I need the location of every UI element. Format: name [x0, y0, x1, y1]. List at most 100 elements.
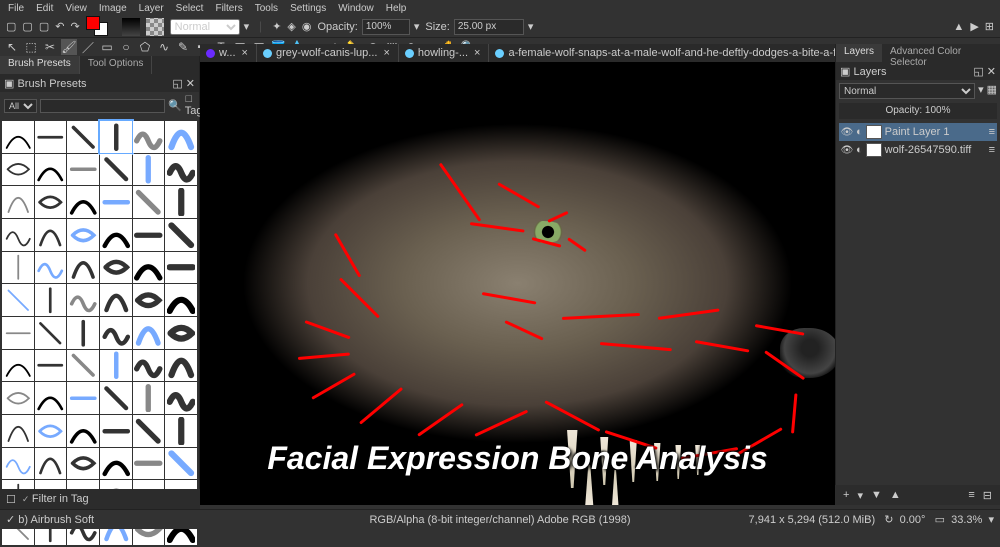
- zoom-dropdown-icon[interactable]: ▾: [988, 514, 994, 526]
- view-mode-icon[interactable]: ☐: [6, 493, 16, 506]
- chevron-down-icon[interactable]: ▾: [414, 20, 420, 33]
- pattern-swatch[interactable]: [146, 18, 164, 36]
- brush-preset[interactable]: [165, 350, 197, 382]
- close-icon[interactable]: ×: [240, 47, 250, 59]
- menu-edit[interactable]: Edit: [36, 3, 53, 14]
- brush-preset[interactable]: [100, 415, 132, 447]
- brush-preset[interactable]: [35, 219, 67, 251]
- brush-preset[interactable]: [67, 284, 99, 316]
- brush-preset[interactable]: [100, 186, 132, 218]
- chevron-down-icon[interactable]: ▾: [978, 83, 984, 99]
- brush-preset[interactable]: [67, 252, 99, 284]
- layer-alpha-icon[interactable]: ◐: [856, 126, 863, 138]
- preset-category-select[interactable]: All: [4, 99, 37, 113]
- tab-advanced-color[interactable]: Advanced Color Selector: [882, 44, 1000, 62]
- close-icon[interactable]: ✕: [987, 66, 996, 78]
- brush-preset[interactable]: [2, 121, 34, 153]
- size-input[interactable]: [454, 19, 524, 35]
- menu-file[interactable]: File: [8, 3, 24, 14]
- brush-preset[interactable]: [35, 284, 67, 316]
- layer-opacity-slider[interactable]: Opacity: 100%: [839, 103, 997, 119]
- menu-window[interactable]: Window: [338, 3, 374, 14]
- ellipse-tool-icon[interactable]: ○: [118, 39, 134, 55]
- brush-preset[interactable]: [35, 317, 67, 349]
- move-up-icon[interactable]: ▲: [890, 489, 901, 501]
- dup-layer-icon[interactable]: ▾: [857, 489, 863, 502]
- layer-row[interactable]: 👁◐Paint Layer 1≡: [839, 123, 997, 141]
- redo-icon[interactable]: ↷: [70, 20, 79, 33]
- brush-preset[interactable]: [165, 284, 197, 316]
- undo-icon[interactable]: ↶: [55, 20, 64, 33]
- tab-layers[interactable]: Layers: [836, 44, 882, 62]
- move-tool-icon[interactable]: ↖: [4, 39, 20, 55]
- brush-preset[interactable]: [165, 317, 197, 349]
- chevron-down-icon[interactable]: ▾: [528, 20, 534, 33]
- transform-tool-icon[interactable]: ⬚: [23, 39, 39, 55]
- crop-tool-icon[interactable]: ✂: [42, 39, 58, 55]
- preset-search-input[interactable]: [40, 99, 165, 113]
- zoom-icon[interactable]: ▭: [935, 514, 945, 526]
- brush-preset[interactable]: [67, 317, 99, 349]
- tab-tool-options[interactable]: Tool Options: [80, 56, 153, 74]
- brush-preset[interactable]: [133, 121, 165, 153]
- save-icon[interactable]: ▢: [39, 20, 49, 33]
- brush-preset[interactable]: [2, 154, 34, 186]
- brush-preset[interactable]: [35, 350, 67, 382]
- visibility-icon[interactable]: 👁: [841, 126, 853, 138]
- menu-help[interactable]: Help: [386, 3, 407, 14]
- menu-view[interactable]: View: [65, 3, 87, 14]
- brush-preset[interactable]: [165, 252, 197, 284]
- brush-preset[interactable]: [100, 219, 132, 251]
- brush-preset[interactable]: [67, 415, 99, 447]
- delete-layer-icon[interactable]: ⊟: [983, 489, 992, 502]
- brush-preset[interactable]: [2, 186, 34, 218]
- brush-preset[interactable]: [100, 154, 132, 186]
- open-icon[interactable]: ▢: [22, 20, 32, 33]
- tool-icon[interactable]: ◉: [302, 20, 312, 33]
- close-icon[interactable]: ✕: [186, 78, 195, 90]
- layer-menu-icon[interactable]: ≡: [989, 126, 995, 138]
- layer-props-icon[interactable]: ≡: [968, 489, 974, 501]
- menu-settings[interactable]: Settings: [290, 3, 326, 14]
- brush-tool-icon[interactable]: 🖌: [61, 39, 77, 55]
- brush-preset[interactable]: [67, 219, 99, 251]
- rotate-icon[interactable]: ↻: [884, 514, 893, 526]
- wrap-icon[interactable]: ⊞: [985, 20, 994, 33]
- add-layer-icon[interactable]: +: [843, 489, 849, 501]
- menu-image[interactable]: Image: [99, 3, 127, 14]
- menu-tools[interactable]: Tools: [255, 3, 278, 14]
- visibility-icon[interactable]: 👁: [841, 144, 853, 156]
- search-icon[interactable]: 🔍: [168, 99, 182, 112]
- brush-preset[interactable]: [133, 317, 165, 349]
- brush-preset[interactable]: [100, 121, 132, 153]
- brush-preset[interactable]: [165, 415, 197, 447]
- brush-preset[interactable]: [67, 382, 99, 414]
- tool-icon[interactable]: ✦: [272, 20, 281, 33]
- brush-preset[interactable]: [35, 186, 67, 218]
- document-tab[interactable]: howling-...×: [399, 44, 490, 62]
- brush-preset[interactable]: [100, 284, 132, 316]
- brush-preset[interactable]: [165, 154, 197, 186]
- tool-icon[interactable]: ◈: [287, 20, 295, 33]
- brush-preset[interactable]: [165, 382, 197, 414]
- chevron-down-icon[interactable]: ▾: [244, 20, 250, 33]
- layer-alpha-icon[interactable]: ◐: [856, 144, 863, 156]
- brush-preset[interactable]: [67, 448, 99, 480]
- brush-preset[interactable]: [2, 415, 34, 447]
- bezier-tool-icon[interactable]: ∿: [156, 39, 172, 55]
- brush-preset[interactable]: [165, 121, 197, 153]
- brush-preset[interactable]: [133, 415, 165, 447]
- brush-preset[interactable]: [100, 350, 132, 382]
- move-down-icon[interactable]: ▼: [871, 489, 882, 501]
- status-zoom[interactable]: 33.3%: [951, 514, 982, 526]
- brush-preset[interactable]: [2, 219, 34, 251]
- brush-preset[interactable]: [2, 350, 34, 382]
- menu-filters[interactable]: Filters: [215, 3, 242, 14]
- brush-preset[interactable]: [100, 448, 132, 480]
- line-tool-icon[interactable]: ／: [80, 39, 96, 55]
- brush-preset[interactable]: [2, 284, 34, 316]
- freehand-tool-icon[interactable]: ✎: [175, 39, 191, 55]
- brush-preset[interactable]: [100, 317, 132, 349]
- brush-preset[interactable]: [133, 350, 165, 382]
- brush-preset[interactable]: [133, 252, 165, 284]
